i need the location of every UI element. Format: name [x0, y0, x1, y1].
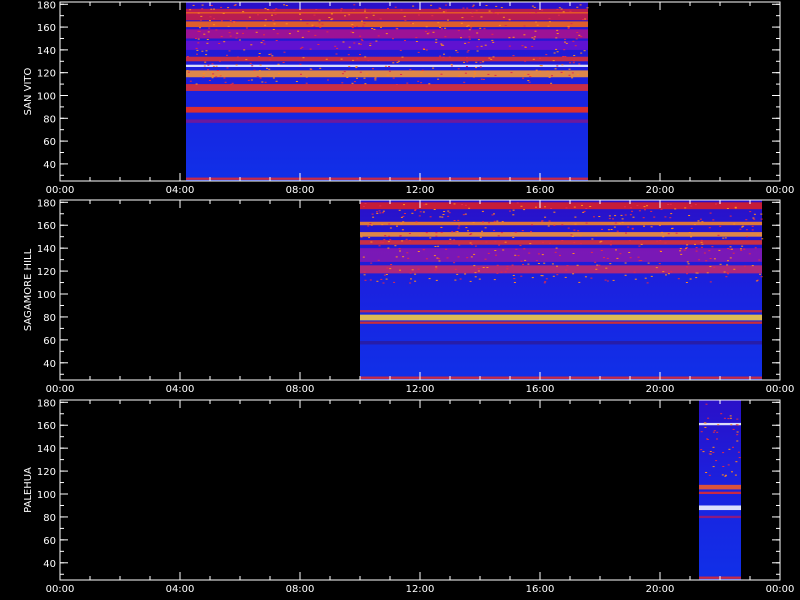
y-tick-label: 100: [37, 290, 56, 301]
x-tick-label: 08:00: [286, 384, 315, 395]
y-tick-label: 60: [43, 137, 56, 148]
spectrogram-figure: 00:00 04:00 08:00 12:00 16:00 20:00 00:00 40 60 8…: [23, 0, 794, 595]
x-tick-label: 16:00: [526, 584, 555, 595]
y-tick-label: 140: [37, 444, 56, 455]
band-9: [360, 321, 762, 324]
x-tick-label: 20:00: [646, 185, 675, 196]
y-tick-label: 160: [37, 421, 56, 432]
panel-2: 00:00 04:00 08:00 12:00 16:00 20:00 00:00 40 60 8…: [23, 198, 794, 395]
station-label: SAN VITO: [23, 67, 34, 115]
x-tick-label: 12:00: [406, 584, 435, 595]
y-tick-label: 120: [37, 267, 56, 278]
x-tick-label: 16:00: [526, 185, 555, 196]
band-2: [699, 484, 741, 490]
y-tick-label: 80: [43, 114, 56, 125]
y-tick-label: 120: [37, 467, 56, 478]
data-region: [360, 200, 762, 380]
x-tick-label: 16:00: [526, 384, 555, 395]
band-10: [186, 106, 588, 113]
band-5: [699, 515, 741, 519]
y-tick-label: 40: [43, 160, 56, 171]
band-1: [186, 8, 588, 21]
y-tick-label: 160: [37, 23, 56, 34]
x-tick-label: 20:00: [646, 384, 675, 395]
plot-area: [60, 400, 780, 580]
y-tick-label: 140: [37, 46, 56, 57]
panel-1: 00:00 04:00 08:00 12:00 16:00 20:00 00:00 40 60 8…: [23, 0, 794, 196]
x-tick-label: 00:00: [766, 185, 795, 196]
x-tick-label: 00:00: [46, 384, 75, 395]
y-tick-label: 140: [37, 244, 56, 255]
band-12: [186, 177, 588, 180]
y-tick-label: 40: [43, 359, 56, 370]
band-5: [186, 40, 588, 50]
y-tick-label: 80: [43, 313, 56, 324]
panel-3: 00:00 04:00 08:00 12:00 16:00 20:00 00:00 40 60 8…: [23, 398, 794, 595]
band-7: [360, 310, 762, 313]
y-tick-label: 120: [37, 69, 56, 80]
band-2: [360, 221, 762, 226]
band-8: [186, 70, 588, 78]
data-region: [186, 2, 588, 181]
y-tick-label: 40: [43, 559, 56, 570]
band-6: [186, 56, 588, 62]
y-tick-label: 60: [43, 336, 56, 347]
station-label: SAGAMORE HILL: [23, 248, 34, 331]
x-tick-label: 00:00: [46, 185, 75, 196]
band-3: [186, 21, 588, 28]
band-8: [360, 314, 762, 321]
station-label: PALEHUA: [23, 467, 34, 513]
x-tick-label: 00:00: [766, 584, 795, 595]
band-2: [186, 12, 588, 14]
x-tick-label: 00:00: [766, 384, 795, 395]
y-tick-label: 180: [37, 398, 56, 409]
x-tick-label: 08:00: [286, 185, 315, 196]
y-tick-label: 180: [37, 198, 56, 209]
band-10: [360, 341, 762, 345]
band-4: [699, 505, 741, 511]
y-tick-label: 100: [37, 490, 56, 501]
x-tick-label: 04:00: [166, 384, 195, 395]
band-7: [186, 64, 588, 67]
x-tick-label: 20:00: [646, 584, 675, 595]
band-11: [186, 119, 588, 123]
y-tick-label: 180: [37, 0, 56, 11]
x-tick-label: 12:00: [406, 185, 435, 196]
x-tick-label: 12:00: [406, 384, 435, 395]
band-9: [186, 84, 588, 91]
x-tick-label: 00:00: [46, 584, 75, 595]
x-tick-label: 08:00: [286, 584, 315, 595]
band-6: [360, 265, 762, 274]
x-tick-label: 04:00: [166, 185, 195, 196]
y-tick-label: 100: [37, 91, 56, 102]
y-tick-label: 60: [43, 536, 56, 547]
x-tick-label: 04:00: [166, 584, 195, 595]
y-tick-label: 80: [43, 513, 56, 524]
band-3: [699, 491, 741, 495]
y-tick-label: 160: [37, 221, 56, 232]
